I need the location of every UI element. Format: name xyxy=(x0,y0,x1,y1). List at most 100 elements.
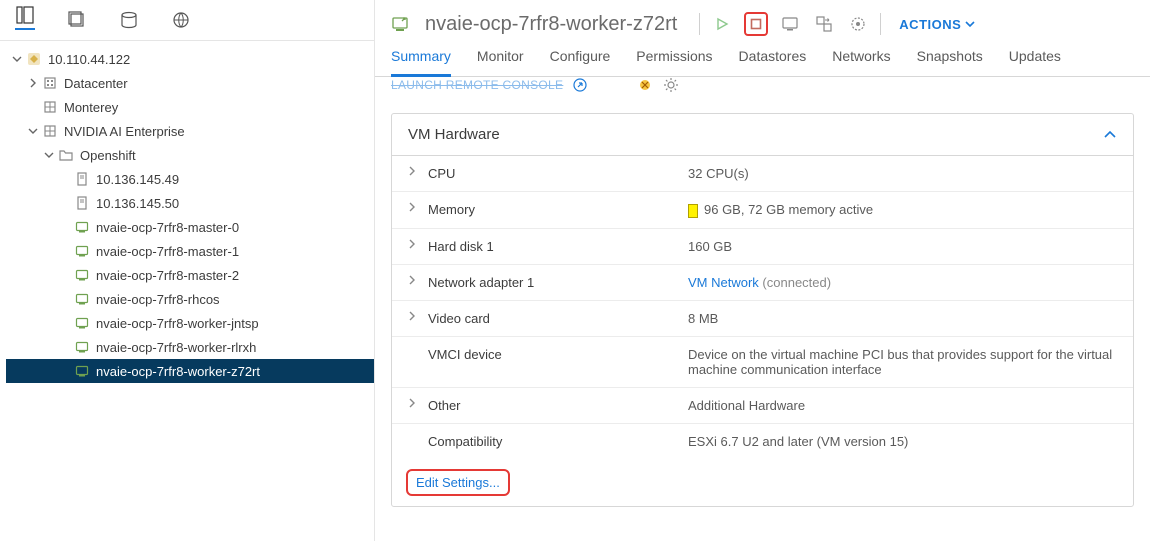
tree-item-label: Monterey xyxy=(64,100,118,115)
tab-monitor[interactable]: Monitor xyxy=(477,48,524,76)
snapshot-button[interactable] xyxy=(846,12,870,36)
hw-row: Network adapter 1 VM Network (connected) xyxy=(392,265,1133,301)
caret-right-icon xyxy=(408,434,420,449)
hw-row: VMCI device Device on the virtual machine… xyxy=(392,337,1133,388)
tree-item-label: NVIDIA AI Enterprise xyxy=(64,124,185,139)
hw-row: OtherAdditional Hardware xyxy=(392,388,1133,424)
hw-row: CPU 32 CPU(s) xyxy=(392,156,1133,192)
tree-item-label: nvaie-ocp-7rfr8-master-1 xyxy=(96,244,239,259)
vm-on-icon xyxy=(74,291,90,307)
inventory-tree: 10.110.44.122 Datacenter Monterey NVIDIA A… xyxy=(0,41,374,383)
host-icon xyxy=(74,171,90,187)
hw-value: 32 CPU(s) xyxy=(688,166,1117,181)
folder-icon xyxy=(58,147,74,163)
actions-menu-button[interactable]: ACTIONS xyxy=(899,17,975,32)
tree-item-label: nvaie-ocp-7rfr8-master-0 xyxy=(96,220,239,235)
tree-item[interactable]: nvaie-ocp-7rfr8-master-1 xyxy=(6,239,374,263)
vm-on-icon xyxy=(74,219,90,235)
vm-on-icon xyxy=(74,363,90,379)
launch-remote-console-link[interactable]: LAUNCH REMOTE CONSOLE xyxy=(391,78,563,92)
storage-icon[interactable] xyxy=(119,10,139,30)
actions-label: ACTIONS xyxy=(899,17,961,32)
vms-templates-icon[interactable] xyxy=(67,10,87,30)
hw-row: CompatibilityESXi 6.7 U2 and later (VM v… xyxy=(392,424,1133,459)
vm-hardware-table: CPU 32 CPU(s) Memory 96 GB, 72 GB memory ac… xyxy=(392,156,1133,459)
settings-gear-icon[interactable] xyxy=(663,77,679,93)
main-panel: nvaie-ocp-7rfr8-worker-z72rt xyxy=(375,0,1150,541)
hw-row: Hard disk 1160 GB xyxy=(392,229,1133,265)
hw-label-text: CPU xyxy=(428,166,455,181)
vm-on-icon xyxy=(74,339,90,355)
tab-permissions[interactable]: Permissions xyxy=(636,48,712,76)
caret-down-icon xyxy=(42,148,56,162)
power-on-button[interactable] xyxy=(710,12,734,36)
object-title: nvaie-ocp-7rfr8-worker-z72rt xyxy=(425,13,677,36)
tree-item[interactable]: 10.136.145.49 xyxy=(6,167,374,191)
tab-configure[interactable]: Configure xyxy=(550,48,611,76)
tab-datastores[interactable]: Datastores xyxy=(739,48,807,76)
sidebar-view-switcher xyxy=(0,0,374,41)
hw-label[interactable]: Hard disk 1 xyxy=(408,239,688,254)
hw-value: Device on the virtual machine PCI bus th… xyxy=(688,347,1117,377)
hw-label[interactable]: CPU xyxy=(408,166,688,181)
alarm-icon[interactable] xyxy=(637,77,653,93)
object-header: nvaie-ocp-7rfr8-worker-z72rt xyxy=(375,0,1150,36)
hw-label-text: Compatibility xyxy=(428,434,502,449)
tree-item[interactable]: Datacenter xyxy=(6,71,374,95)
network-status: (connected) xyxy=(762,275,831,290)
hw-label[interactable]: Memory xyxy=(408,202,688,218)
tab-updates[interactable]: Updates xyxy=(1009,48,1061,76)
tree-item[interactable]: nvaie-ocp-7rfr8-worker-rlrxh xyxy=(6,335,374,359)
tree-item[interactable]: nvaie-ocp-7rfr8-master-2 xyxy=(6,263,374,287)
hw-row: Memory 96 GB, 72 GB memory active xyxy=(392,192,1133,229)
tree-item[interactable]: 10.136.145.50 xyxy=(6,191,374,215)
tab-summary[interactable]: Summary xyxy=(391,48,451,77)
remote-console-row: LAUNCH REMOTE CONSOLE xyxy=(391,77,1134,103)
tree-item[interactable]: Openshift xyxy=(6,143,374,167)
tree-item[interactable]: nvaie-ocp-7rfr8-rhcos xyxy=(6,287,374,311)
vm-hardware-card: VM Hardware CPU 32 CPU(s) Memory 96 GB, 72 … xyxy=(391,113,1134,507)
hw-value: 160 GB xyxy=(688,239,1117,254)
tree-item[interactable]: nvaie-ocp-7rfr8-worker-z72rt xyxy=(6,359,374,383)
tab-networks[interactable]: Networks xyxy=(832,48,890,76)
hw-label-text: Memory xyxy=(428,202,475,217)
tree-item-label: Openshift xyxy=(80,148,136,163)
hw-label-text: Network adapter 1 xyxy=(428,275,534,290)
tab-snapshots[interactable]: Snapshots xyxy=(917,48,983,76)
tree-item-label: nvaie-ocp-7rfr8-worker-z72rt xyxy=(96,364,260,379)
hw-label[interactable]: Other xyxy=(408,398,688,413)
vm-on-icon xyxy=(74,315,90,331)
hw-label: Compatibility xyxy=(408,434,688,449)
edit-settings-link[interactable]: Edit Settings... xyxy=(406,469,510,496)
toolbar-separator xyxy=(699,13,700,35)
tree-item-label: nvaie-ocp-7rfr8-worker-jntsp xyxy=(96,316,259,331)
tree-item[interactable]: Monterey xyxy=(6,95,374,119)
network-link[interactable]: VM Network xyxy=(688,275,759,290)
tree-root-vcenter[interactable]: 10.110.44.122 xyxy=(6,47,374,71)
object-tabs: Summary Monitor Configure Permissions Datast… xyxy=(375,36,1150,77)
vm-on-icon xyxy=(391,15,409,33)
hw-value: 96 GB, 72 GB memory active xyxy=(688,202,1117,218)
datacenter-alt-icon xyxy=(42,123,58,139)
tree-item-label: 10.136.145.50 xyxy=(96,196,179,211)
inventory-sidebar: 10.110.44.122 Datacenter Monterey NVIDIA A… xyxy=(0,0,375,541)
networking-icon[interactable] xyxy=(171,10,191,30)
vm-on-icon xyxy=(74,267,90,283)
hw-label-text: VMCI device xyxy=(428,347,502,362)
datacenter-alt-icon xyxy=(42,99,58,115)
open-external-icon[interactable] xyxy=(573,78,587,92)
vm-hardware-header[interactable]: VM Hardware xyxy=(392,114,1133,156)
tree-item[interactable]: nvaie-ocp-7rfr8-worker-jntsp xyxy=(6,311,374,335)
hw-value: Additional Hardware xyxy=(688,398,1117,413)
power-off-button[interactable] xyxy=(744,12,768,36)
migrate-button[interactable] xyxy=(812,12,836,36)
hw-label[interactable]: Network adapter 1 xyxy=(408,275,688,290)
tree-item[interactable]: NVIDIA AI Enterprise xyxy=(6,119,374,143)
hw-label[interactable]: Video card xyxy=(408,311,688,326)
launch-console-button[interactable] xyxy=(778,12,802,36)
vm-on-icon xyxy=(74,243,90,259)
chevron-down-icon xyxy=(965,19,975,29)
caret-down-icon xyxy=(26,124,40,138)
tree-item[interactable]: nvaie-ocp-7rfr8-master-0 xyxy=(6,215,374,239)
hosts-clusters-icon[interactable] xyxy=(15,10,35,30)
